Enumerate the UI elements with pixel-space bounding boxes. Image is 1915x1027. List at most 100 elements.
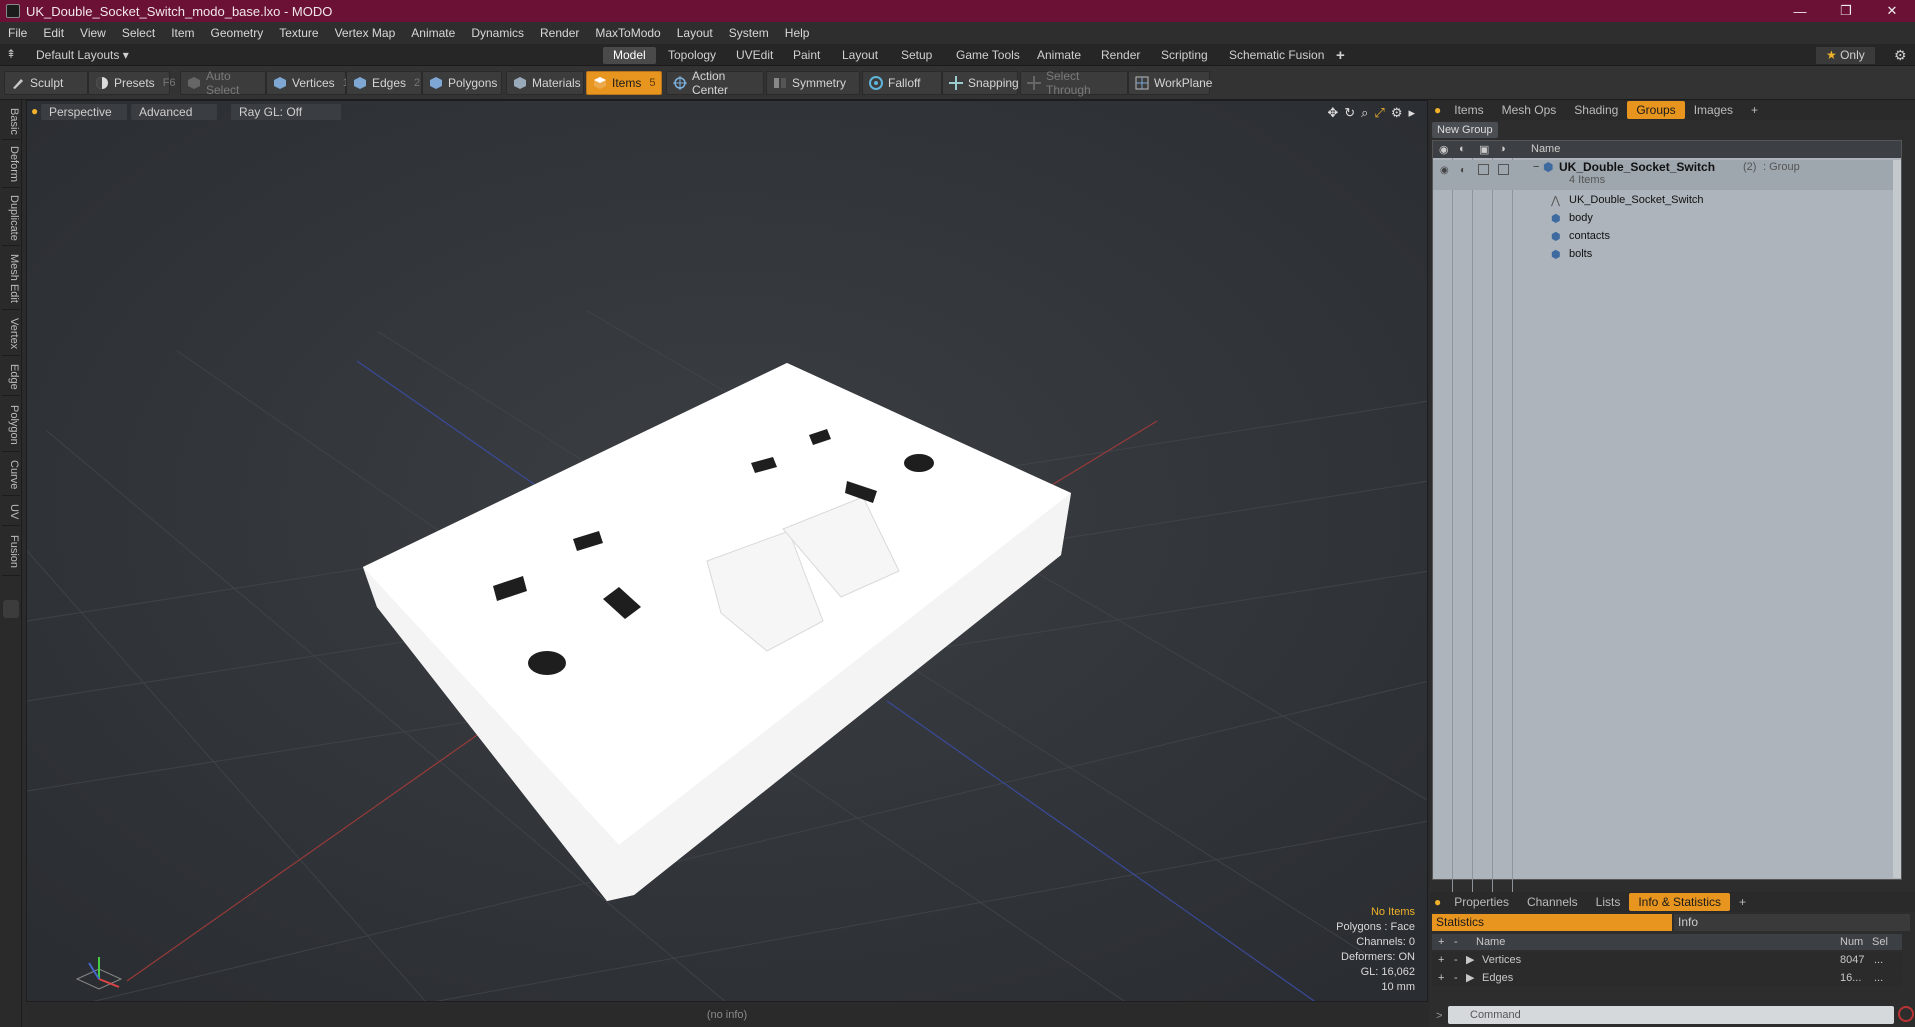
tab-paint[interactable]: Paint — [783, 47, 830, 64]
tab-fusion[interactable]: Fusion — [2, 528, 20, 576]
tab-vertex[interactable]: Vertex — [2, 312, 20, 356]
tab-duplicate[interactable]: Duplicate — [2, 190, 20, 246]
row-render-icon[interactable]: ◐ — [1460, 165, 1466, 176]
command-input[interactable]: Command — [1448, 1006, 1894, 1024]
edges-button[interactable]: Edges 2 — [346, 71, 422, 95]
tab-animate[interactable]: Animate — [1027, 47, 1091, 64]
menu-maxtomodo[interactable]: MaxToModo — [587, 26, 668, 40]
tab-edge[interactable]: Edge — [2, 358, 20, 396]
group-row[interactable]: ◉ ◐ − ⬢ UK_Double_Socket_Switch (2) : Gr… — [1433, 160, 1901, 190]
tab-schematic-fusion[interactable]: Schematic Fusion — [1219, 47, 1334, 64]
viewport-gear-icon[interactable]: ⚙ — [1391, 105, 1403, 121]
list-item[interactable]: ⬢ bolts — [1433, 245, 1901, 263]
menu-render[interactable]: Render — [532, 26, 587, 40]
tab-groups[interactable]: Groups — [1627, 101, 1685, 119]
tab-properties[interactable]: Properties — [1445, 893, 1518, 911]
action-center-button[interactable]: Action Center — [666, 69, 764, 97]
sculpt-button[interactable]: Sculpt — [4, 71, 88, 95]
add-tab-button[interactable]: + — [1326, 47, 1355, 64]
collapse-toggle[interactable]: − — [1533, 161, 1539, 173]
shading-dropdown[interactable]: Advanced — [131, 104, 217, 120]
bottom-panel-menu-icon[interactable]: ● — [1430, 895, 1445, 909]
info-tab[interactable]: Info — [1674, 914, 1910, 931]
minimize-button[interactable]: — — [1777, 0, 1823, 22]
tab-mesh-edit[interactable]: Mesh Edit — [2, 248, 20, 310]
tab-render[interactable]: Render — [1091, 47, 1150, 64]
3d-viewport[interactable]: ● Perspective Advanced Ray GL: Off ✥ ↻ ⌕… — [26, 100, 1428, 1002]
tab-info-statistics[interactable]: Info & Statistics — [1629, 893, 1731, 911]
statistics-tab[interactable]: Statistics — [1432, 914, 1672, 931]
view-dropdown[interactable]: Perspective — [41, 104, 127, 120]
add-panel-tab-button[interactable]: + — [1742, 101, 1767, 119]
presets-button[interactable]: Presets F6 — [88, 71, 176, 95]
symmetry-button[interactable]: Symmetry — [766, 71, 860, 95]
tab-channels[interactable]: Channels — [1518, 893, 1587, 911]
eye-icon[interactable]: ◉ — [1439, 143, 1449, 156]
viewport-menu-icon[interactable]: ● — [31, 104, 38, 118]
panel-menu-icon[interactable]: ● — [1430, 103, 1445, 117]
new-group-button[interactable]: New Group — [1432, 122, 1498, 138]
menu-animate[interactable]: Animate — [403, 26, 463, 40]
row-eye-icon[interactable]: ◉ — [1440, 165, 1449, 176]
row-expand-button[interactable]: + — [1438, 952, 1444, 969]
tab-uv[interactable]: UV — [2, 498, 20, 526]
row-lock-box[interactable] — [1478, 164, 1489, 175]
layout-collapse-icon[interactable]: ⇞ — [6, 47, 16, 61]
menu-layout[interactable]: Layout — [669, 26, 721, 40]
tab-deform[interactable]: Deform — [2, 142, 20, 188]
tab-scripting[interactable]: Scripting — [1151, 47, 1218, 64]
tab-shading[interactable]: Shading — [1565, 101, 1627, 119]
menu-item[interactable]: Item — [163, 26, 202, 40]
tab-toggle-button[interactable] — [3, 600, 19, 618]
auto-select-button[interactable]: Auto Select — [180, 69, 266, 97]
menu-view[interactable]: View — [72, 26, 114, 40]
falloff-button[interactable]: Falloff — [862, 71, 942, 95]
tab-layout[interactable]: Layout — [832, 47, 888, 64]
items-button[interactable]: Items 5 — [586, 71, 662, 95]
vertices-button[interactable]: Vertices 1 — [266, 71, 349, 95]
group-list[interactable]: ◉ ◐ ▣ ◑ Name ◉ ◐ − ⬢ UK_Double_Socket_Sw… — [1432, 140, 1902, 896]
tab-items[interactable]: Items — [1445, 101, 1492, 119]
select-through-button[interactable]: Select Through — [1020, 69, 1128, 97]
row-collapse-button[interactable]: - — [1454, 970, 1458, 987]
tab-lists[interactable]: Lists — [1587, 893, 1630, 911]
lock-icon[interactable]: ▣ — [1479, 143, 1489, 156]
rotate-icon[interactable]: ↻ — [1344, 105, 1355, 121]
select-icon[interactable]: ◑ — [1499, 143, 1506, 155]
list-item[interactable]: ⬢ body — [1433, 209, 1901, 227]
menu-geometry[interactable]: Geometry — [203, 26, 272, 40]
row-select-box[interactable] — [1498, 164, 1509, 175]
expand-icon[interactable]: ▸ — [1408, 105, 1415, 121]
scrollbar[interactable] — [1893, 160, 1901, 878]
tab-setup[interactable]: Setup — [891, 47, 942, 64]
close-button[interactable]: ✕ — [1869, 0, 1915, 22]
zoom-icon[interactable]: ⌕ — [1361, 105, 1368, 121]
workplane-button[interactable]: WorkPlane — [1128, 71, 1212, 95]
expand-all-button[interactable]: + — [1438, 934, 1444, 950]
default-layouts-dropdown[interactable]: Default Layouts ▾ — [26, 47, 139, 64]
menu-help[interactable]: Help — [777, 26, 818, 40]
gear-icon[interactable]: ⚙ — [1884, 47, 1915, 64]
tab-polygon[interactable]: Polygon — [2, 398, 20, 452]
row-arrow-icon[interactable]: ▶ — [1466, 952, 1474, 969]
table-row[interactable]: + - ▶ Edges 16... ... — [1432, 970, 1902, 987]
raygl-toggle[interactable]: Ray GL: Off — [231, 104, 341, 120]
menu-edit[interactable]: Edit — [35, 26, 72, 40]
record-icon[interactable] — [1898, 1006, 1914, 1022]
list-item[interactable]: ⬢ contacts — [1433, 227, 1901, 245]
menu-vertex-map[interactable]: Vertex Map — [327, 26, 404, 40]
maximize-button[interactable]: ❐ — [1823, 0, 1869, 22]
snapping-button[interactable]: Snapping — [942, 71, 1019, 95]
collapse-all-button[interactable]: - — [1454, 934, 1458, 950]
menu-system[interactable]: System — [721, 26, 777, 40]
row-arrow-icon[interactable]: ▶ — [1466, 970, 1474, 987]
menu-select[interactable]: Select — [114, 26, 163, 40]
tab-game-tools[interactable]: Game Tools — [946, 47, 1030, 64]
tab-mesh-ops[interactable]: Mesh Ops — [1493, 101, 1566, 119]
row-expand-button[interactable]: + — [1438, 970, 1444, 987]
row-collapse-button[interactable]: - — [1454, 952, 1458, 969]
polygons-button[interactable]: Polygons — [422, 71, 502, 95]
tab-topology[interactable]: Topology — [658, 47, 726, 64]
list-item[interactable]: ⋀ UK_Double_Socket_Switch — [1433, 191, 1901, 209]
tab-images[interactable]: Images — [1685, 101, 1742, 119]
